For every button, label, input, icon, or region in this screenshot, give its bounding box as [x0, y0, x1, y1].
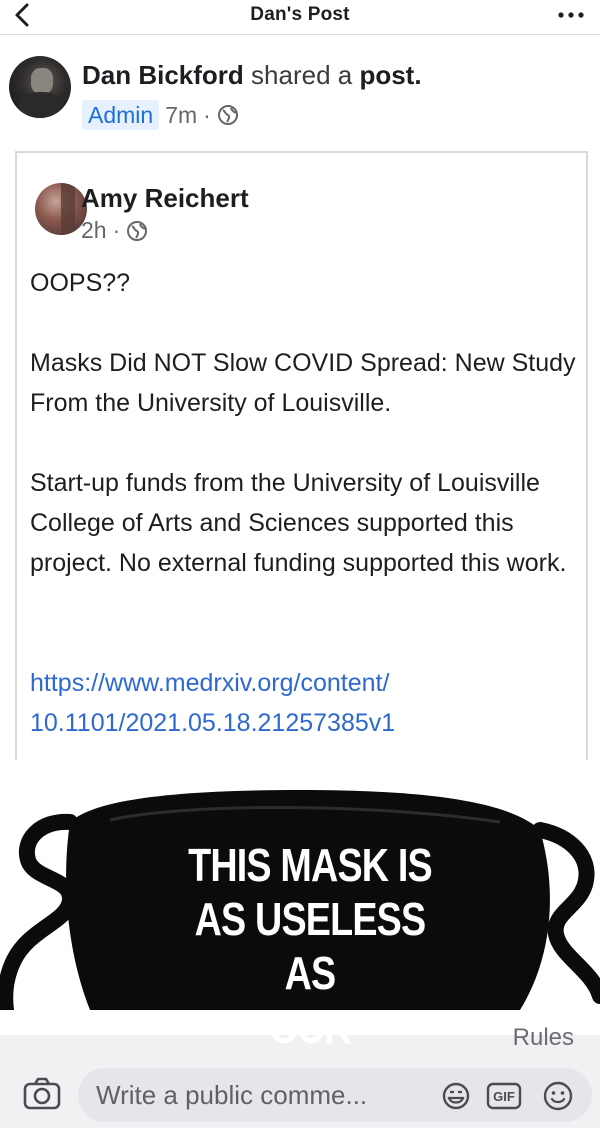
- avatar-body: [19, 92, 63, 118]
- post-text-oops: OOPS??: [30, 269, 131, 297]
- globe-icon: [127, 220, 148, 241]
- shared-author-name[interactable]: Amy Reichert: [81, 183, 249, 214]
- shared-post-card[interactable]: Amy Reichert 2h · OOPS?? Masks Did NOT S…: [15, 151, 588, 768]
- post-header: Dan Bickford shared a post.: [82, 59, 422, 91]
- meta-separator: ·: [112, 217, 121, 243]
- mask-slogan-line-1: THIS MASK IS: [188, 839, 433, 891]
- rules-link[interactable]: Rules: [513, 1024, 574, 1052]
- post-text-funding: Start-up funds from the University of Lo…: [30, 469, 567, 577]
- shared-post-link[interactable]: post.: [359, 60, 421, 90]
- admin-badge: Admin: [82, 100, 160, 130]
- emoji-icon[interactable]: [542, 1080, 574, 1112]
- page-title: Dan's Post: [250, 4, 350, 25]
- share-action-text: shared a: [243, 60, 360, 90]
- gif-icon[interactable]: GIF: [486, 1082, 522, 1110]
- avatar-detail: [61, 183, 75, 235]
- sticker-icon[interactable]: [441, 1081, 471, 1111]
- author-name[interactable]: Dan Bickford: [82, 60, 244, 90]
- more-options-icon[interactable]: [556, 10, 586, 20]
- shared-post-timestamp[interactable]: 2h: [81, 217, 107, 244]
- article-link-line-2[interactable]: 10.1101/2021.05.18.21257385v1: [30, 703, 580, 743]
- mask-slogan-line-2: AS USELESS AS: [194, 893, 427, 999]
- author-avatar[interactable]: [9, 56, 71, 118]
- svg-text:GIF: GIF: [493, 1089, 515, 1104]
- meta-separator: ·: [203, 101, 211, 128]
- post-text-headline: Masks Did NOT Slow COVID Spread: New Stu…: [30, 349, 576, 417]
- post-timestamp[interactable]: 7m: [165, 102, 197, 129]
- camera-icon[interactable]: [22, 1076, 62, 1112]
- shared-author-avatar[interactable]: [35, 183, 87, 235]
- globe-icon: [217, 105, 238, 125]
- post-meta: Admin 7m ·: [82, 99, 239, 131]
- comment-composer: GIF: [0, 1062, 600, 1128]
- article-link[interactable]: https://www.medrxiv.org/content/ 10.1101…: [30, 663, 580, 743]
- avatar-face: [31, 68, 53, 94]
- top-navigation-bar: Dan's Post: [0, 0, 600, 35]
- post-container: Dan Bickford shared a post. Admin 7m · A…: [0, 35, 600, 1107]
- shared-post-meta: 2h ·: [81, 217, 148, 244]
- article-link-line-1[interactable]: https://www.medrxiv.org/content/: [30, 663, 580, 703]
